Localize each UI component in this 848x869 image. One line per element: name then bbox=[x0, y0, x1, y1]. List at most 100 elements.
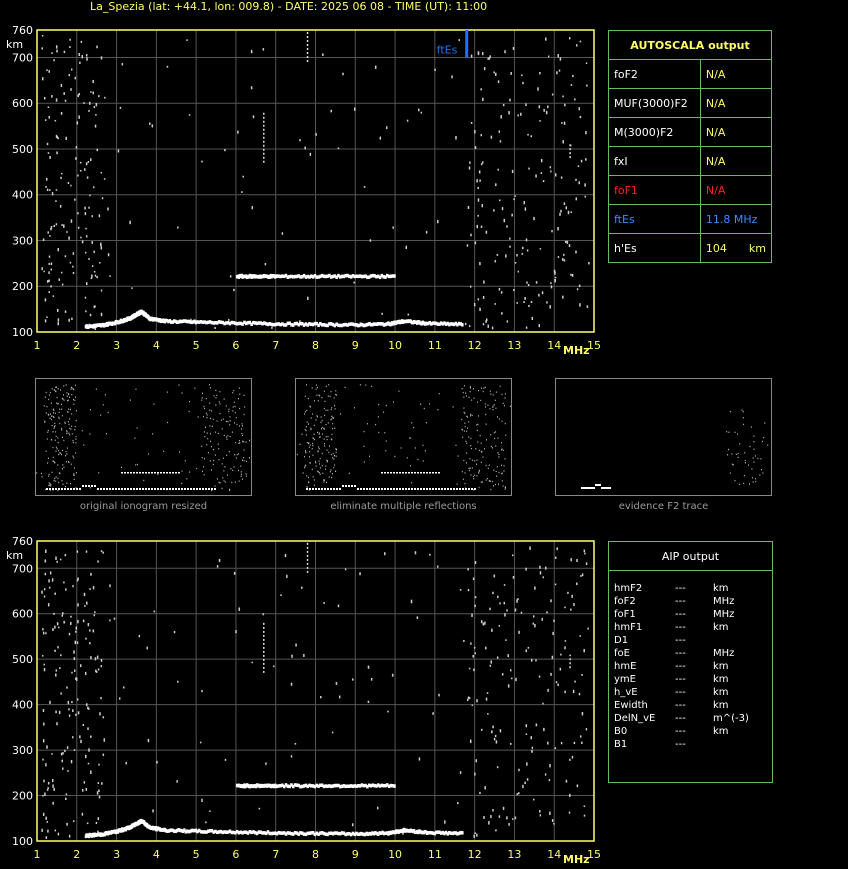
noise-point bbox=[45, 836, 48, 839]
noise-point bbox=[569, 758, 571, 761]
noise-point bbox=[64, 554, 67, 557]
aip-unit: m^(-3) bbox=[713, 713, 749, 724]
noise-point bbox=[538, 675, 541, 678]
autoscala-value: N/A bbox=[699, 175, 773, 205]
noise-point bbox=[753, 448, 755, 450]
aip-value: --- bbox=[675, 674, 686, 685]
noise-point bbox=[473, 646, 476, 649]
noise-point bbox=[486, 692, 489, 694]
noise-point bbox=[480, 728, 483, 731]
noise-point bbox=[125, 761, 128, 765]
noise-point bbox=[482, 622, 485, 626]
noise-point bbox=[497, 595, 499, 599]
noise-point bbox=[77, 577, 79, 580]
noise-point bbox=[444, 820, 446, 824]
noise-point bbox=[514, 816, 517, 820]
noise-point bbox=[480, 620, 483, 624]
noise-point bbox=[496, 656, 499, 659]
noise-point bbox=[728, 431, 730, 433]
noise-point bbox=[53, 612, 55, 615]
noise-point bbox=[545, 566, 547, 570]
noise-point bbox=[71, 736, 74, 739]
noise-point bbox=[525, 733, 528, 735]
noise-point bbox=[92, 586, 95, 590]
noise-point bbox=[747, 464, 749, 466]
noise-point bbox=[45, 632, 47, 635]
noise-point bbox=[474, 652, 477, 655]
noise-point bbox=[351, 823, 354, 827]
noise-point bbox=[509, 669, 512, 672]
noise-point bbox=[764, 422, 766, 424]
noise-point bbox=[505, 639, 507, 641]
noise-point bbox=[238, 607, 241, 611]
noise-point bbox=[583, 549, 586, 553]
x-tick-label: 2 bbox=[73, 848, 80, 861]
aip-param: hmF1 bbox=[614, 622, 643, 633]
noise-point bbox=[54, 592, 56, 595]
noise-point bbox=[489, 607, 491, 611]
noise-point bbox=[43, 722, 45, 726]
noise-point bbox=[96, 791, 99, 795]
noise-point bbox=[47, 781, 50, 785]
noise-point bbox=[74, 640, 77, 645]
noise-point bbox=[530, 658, 533, 662]
noise-point bbox=[42, 812, 45, 816]
noise-point bbox=[76, 698, 79, 701]
noise-point bbox=[573, 603, 575, 606]
noise-point bbox=[493, 574, 496, 578]
noise-point bbox=[474, 561, 477, 565]
noise-point bbox=[761, 468, 763, 471]
noise-point bbox=[472, 577, 475, 581]
noise-point bbox=[46, 789, 49, 791]
noise-point bbox=[573, 741, 576, 745]
noise-point bbox=[429, 553, 431, 556]
noise-point bbox=[410, 599, 413, 604]
noise-point bbox=[560, 741, 563, 745]
noise-point bbox=[416, 616, 419, 619]
noise-point bbox=[734, 431, 736, 434]
noise-point bbox=[489, 664, 492, 667]
noise-point bbox=[76, 550, 79, 553]
noise-point bbox=[532, 622, 535, 625]
noise-point bbox=[744, 452, 746, 454]
noise-point bbox=[85, 787, 88, 791]
x-tick-label: 7 bbox=[272, 848, 279, 861]
noise-point bbox=[97, 782, 100, 784]
noise-point bbox=[438, 693, 440, 697]
noise-point bbox=[436, 565, 439, 568]
noise-point bbox=[290, 682, 293, 686]
noise-point bbox=[514, 608, 517, 612]
noise-point bbox=[209, 810, 211, 812]
noise-point bbox=[459, 589, 462, 591]
noise-point bbox=[526, 778, 529, 781]
noise-point bbox=[564, 606, 566, 609]
noise-point bbox=[490, 660, 492, 664]
aip-value: --- bbox=[675, 648, 686, 659]
noise-point bbox=[729, 472, 731, 474]
x-tick-label: 5 bbox=[193, 848, 200, 861]
autoscala-param: fxI bbox=[608, 146, 701, 176]
autoscala-row: h'Es 104 km bbox=[608, 233, 773, 263]
noise-point bbox=[55, 669, 58, 672]
noise-point bbox=[53, 787, 55, 791]
noise-point bbox=[432, 712, 434, 715]
noise-point bbox=[54, 649, 56, 652]
noise-point bbox=[534, 586, 536, 590]
noise-point bbox=[61, 614, 64, 617]
noise-point bbox=[510, 742, 512, 745]
noise-point bbox=[576, 559, 578, 562]
noise-point bbox=[469, 739, 472, 742]
noise-point bbox=[72, 820, 75, 823]
y-unit-label: km bbox=[6, 549, 23, 562]
noise-point bbox=[233, 571, 236, 575]
noise-point bbox=[84, 671, 87, 676]
aip-unit: MHz bbox=[713, 609, 735, 620]
noise-point bbox=[757, 457, 759, 460]
noise-point bbox=[484, 786, 486, 790]
noise-point bbox=[581, 673, 583, 676]
noise-point bbox=[759, 474, 761, 476]
noise-point bbox=[539, 565, 541, 569]
noise-point bbox=[284, 553, 287, 558]
noise-point bbox=[62, 767, 64, 770]
noise-point bbox=[370, 677, 373, 681]
